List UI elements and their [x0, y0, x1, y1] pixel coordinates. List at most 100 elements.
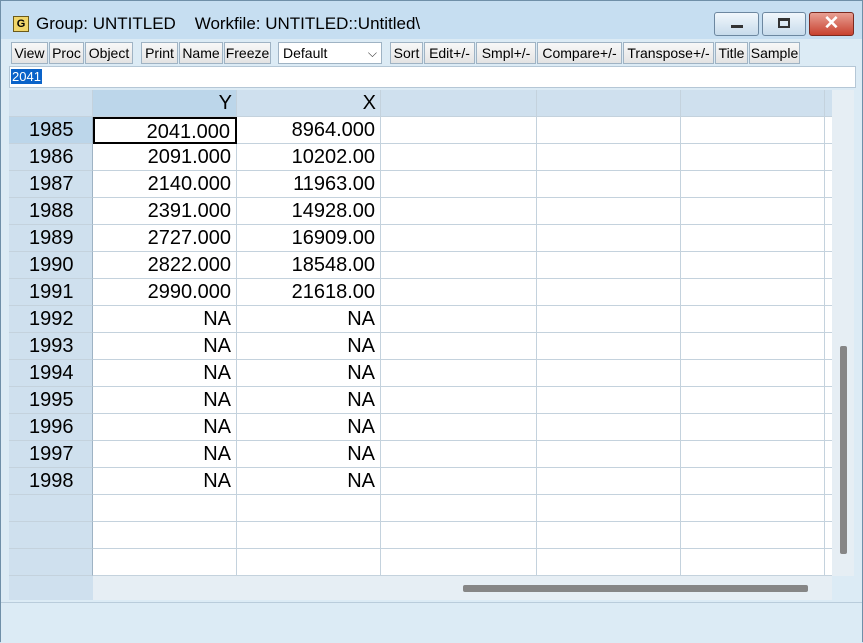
data-cell[interactable] [381, 198, 537, 225]
data-cell[interactable]: 2091.000 [93, 144, 237, 171]
data-cell[interactable] [825, 117, 832, 144]
data-cell[interactable] [825, 333, 832, 360]
data-cell[interactable] [537, 360, 681, 387]
data-cell[interactable] [825, 306, 832, 333]
data-cell[interactable]: NA [93, 360, 237, 387]
print-button[interactable]: Print [141, 42, 178, 64]
proc-button[interactable]: Proc [49, 42, 84, 64]
row-header[interactable] [9, 522, 93, 549]
data-cell[interactable]: 2041.000 [93, 117, 237, 144]
data-cell[interactable] [381, 549, 537, 576]
data-cell[interactable]: 2822.000 [93, 252, 237, 279]
data-cell[interactable] [825, 144, 832, 171]
data-cell[interactable]: 14928.00 [237, 198, 381, 225]
data-cell[interactable] [381, 279, 537, 306]
data-cell[interactable] [381, 306, 537, 333]
data-cell[interactable]: NA [93, 333, 237, 360]
data-cell[interactable] [825, 225, 832, 252]
data-cell[interactable] [681, 468, 825, 495]
data-cell[interactable] [825, 360, 832, 387]
data-cell[interactable] [237, 495, 381, 522]
object-button[interactable]: Object [85, 42, 133, 64]
data-cell[interactable] [681, 279, 825, 306]
data-cell[interactable] [681, 495, 825, 522]
edit-toggle-button[interactable]: Edit+/- [424, 42, 475, 64]
data-cell[interactable] [825, 495, 832, 522]
data-cell[interactable] [381, 414, 537, 441]
data-cell[interactable]: NA [237, 441, 381, 468]
horizontal-scrollbar[interactable] [93, 576, 832, 600]
sort-button[interactable]: Sort [390, 42, 423, 64]
data-cell[interactable]: 16909.00 [237, 225, 381, 252]
data-cell[interactable] [93, 495, 237, 522]
data-cell[interactable] [537, 252, 681, 279]
data-cell[interactable]: 2727.000 [93, 225, 237, 252]
sample-button[interactable]: Sample [749, 42, 800, 64]
transpose-toggle-button[interactable]: Transpose+/- [623, 42, 714, 64]
row-header[interactable]: 1994 [9, 360, 93, 387]
data-cell[interactable] [537, 306, 681, 333]
compare-toggle-button[interactable]: Compare+/- [537, 42, 622, 64]
row-header[interactable] [9, 549, 93, 576]
data-cell[interactable]: 2391.000 [93, 198, 237, 225]
column-header[interactable]: Y [93, 90, 237, 117]
row-header[interactable]: 1987 [9, 171, 93, 198]
data-cell[interactable] [381, 252, 537, 279]
cell-edit-field[interactable]: 2041 [9, 66, 856, 88]
data-cell[interactable] [825, 252, 832, 279]
data-cell[interactable]: NA [237, 387, 381, 414]
data-cell[interactable] [681, 522, 825, 549]
row-header[interactable]: 1986 [9, 144, 93, 171]
row-header[interactable]: 1985 [9, 117, 93, 144]
data-cell[interactable] [825, 198, 832, 225]
data-cell[interactable] [537, 144, 681, 171]
row-header[interactable]: 1992 [9, 306, 93, 333]
row-header[interactable]: 1998 [9, 468, 93, 495]
data-cell[interactable] [537, 225, 681, 252]
data-cell[interactable] [681, 414, 825, 441]
data-cell[interactable] [381, 387, 537, 414]
column-header[interactable]: X [237, 90, 381, 117]
row-header[interactable]: 1989 [9, 225, 93, 252]
data-cell[interactable] [681, 306, 825, 333]
spreadsheet-grid[interactable]: Y X 1985 2041.000 8964.000 1986 2091.000 10202.… [9, 90, 832, 576]
row-header[interactable]: 1991 [9, 279, 93, 306]
data-cell[interactable] [825, 441, 832, 468]
data-cell[interactable] [681, 171, 825, 198]
data-cell[interactable] [537, 198, 681, 225]
smpl-toggle-button[interactable]: Smpl+/- [476, 42, 536, 64]
row-header[interactable]: 1996 [9, 414, 93, 441]
data-cell[interactable] [381, 171, 537, 198]
close-button[interactable]: ✕ [809, 12, 854, 36]
data-cell[interactable] [381, 144, 537, 171]
data-cell[interactable] [381, 360, 537, 387]
vertical-scroll-thumb[interactable] [840, 346, 847, 554]
data-cell[interactable]: 2140.000 [93, 171, 237, 198]
data-cell[interactable]: NA [237, 414, 381, 441]
data-cell[interactable] [537, 441, 681, 468]
data-cell[interactable] [681, 360, 825, 387]
data-cell[interactable] [825, 387, 832, 414]
data-cell[interactable] [825, 171, 832, 198]
data-cell[interactable] [681, 198, 825, 225]
row-header[interactable]: 1993 [9, 333, 93, 360]
data-cell[interactable] [93, 522, 237, 549]
data-cell[interactable]: NA [93, 441, 237, 468]
empty-column-header[interactable] [825, 90, 832, 117]
display-format-select[interactable]: Default ⌵ [278, 42, 382, 64]
empty-column-header[interactable] [537, 90, 681, 117]
row-header[interactable]: 1995 [9, 387, 93, 414]
data-cell[interactable] [537, 468, 681, 495]
data-cell[interactable] [381, 117, 537, 144]
data-cell[interactable] [681, 441, 825, 468]
view-button[interactable]: View [11, 42, 48, 64]
empty-column-header[interactable] [681, 90, 825, 117]
data-cell[interactable] [681, 117, 825, 144]
data-cell[interactable]: 18548.00 [237, 252, 381, 279]
data-cell[interactable]: NA [93, 414, 237, 441]
data-cell[interactable] [537, 522, 681, 549]
row-header[interactable]: 1988 [9, 198, 93, 225]
data-cell[interactable] [681, 333, 825, 360]
data-cell[interactable] [681, 225, 825, 252]
row-header[interactable]: 1990 [9, 252, 93, 279]
